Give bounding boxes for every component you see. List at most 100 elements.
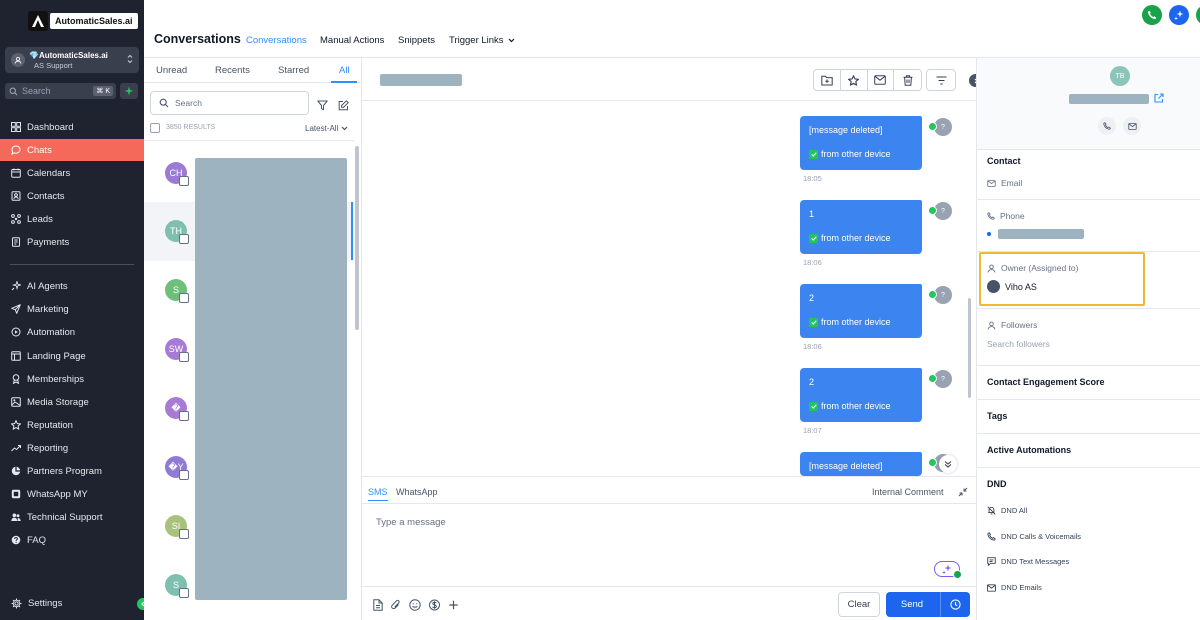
message-input[interactable]: Type a message xyxy=(376,517,446,528)
sidebar: AutomaticSales.ai 💎AutomaticSales.ai AS … xyxy=(0,0,149,620)
minimize-icon[interactable] xyxy=(958,487,968,497)
engagement-score-section[interactable]: Contact Engagement Score xyxy=(987,377,1105,387)
compose-icon[interactable] xyxy=(338,100,349,111)
sidebar-item-faq[interactable]: FAQ xyxy=(0,529,144,551)
chat-header xyxy=(362,58,982,101)
followers-search-input[interactable]: Search followers xyxy=(987,339,1050,349)
message-source-label: from other device xyxy=(821,401,891,411)
sidebar-item-contacts[interactable]: Contacts xyxy=(0,185,144,207)
call-button[interactable] xyxy=(1142,5,1162,25)
message-bubble[interactable]: [message deleted] from other device xyxy=(800,116,922,170)
quick-add-button[interactable] xyxy=(120,83,138,99)
sms-badge-icon xyxy=(179,176,189,186)
message-filter-button[interactable] xyxy=(926,69,956,91)
sidebar-item-technical-support[interactable]: Technical Support xyxy=(0,506,144,528)
list-tab-unread[interactable]: Unread xyxy=(156,65,187,76)
dnd-all-toggle[interactable]: DND All xyxy=(987,506,1027,515)
avatar[interactable] xyxy=(1196,5,1200,25)
dnd-section-title: DND xyxy=(987,479,1007,489)
sidebar-item-partners-program[interactable]: Partners Program xyxy=(0,460,144,482)
sidebar-item-media-storage[interactable]: Media Storage xyxy=(0,391,144,413)
calendar-icon xyxy=(11,168,21,178)
phone-field-label[interactable]: Phone xyxy=(987,211,1025,221)
sidebar-search[interactable]: Search ⌘ K xyxy=(5,83,116,99)
redacted-phone-number[interactable] xyxy=(998,229,1084,239)
sidebar-item-dashboard[interactable]: Dashboard xyxy=(0,116,144,138)
owner-select[interactable]: Viho AS xyxy=(987,280,1037,293)
message-bubble[interactable]: 1 from other device xyxy=(800,200,922,254)
tab-manual-actions[interactable]: Manual Actions xyxy=(320,35,384,46)
filter-icon[interactable] xyxy=(317,100,328,111)
tab-trigger-links[interactable]: Trigger Links xyxy=(449,35,515,46)
dnd-calls-toggle[interactable]: DND Calls & Voicemails xyxy=(987,532,1081,541)
emoji-icon[interactable] xyxy=(409,599,421,611)
message-bubble[interactable]: 2 from other device xyxy=(800,368,922,422)
mark-read-button[interactable] xyxy=(868,70,895,90)
sort-value: Latest-All xyxy=(305,124,339,133)
dollar-icon[interactable] xyxy=(429,599,440,611)
scroll-to-bottom-button[interactable] xyxy=(939,455,957,473)
account-switcher[interactable]: 💎AutomaticSales.ai AS Support xyxy=(5,47,139,73)
list-scrollbar[interactable] xyxy=(355,146,359,330)
email-field-label[interactable]: Email xyxy=(987,178,1022,188)
plus-icon[interactable] xyxy=(448,599,459,611)
external-link-icon[interactable] xyxy=(1154,93,1164,103)
sidebar-item-reputation[interactable]: Reputation xyxy=(0,414,144,436)
sms-badge-icon xyxy=(179,588,189,598)
sort-dropdown[interactable]: Latest-All xyxy=(305,124,348,133)
contact-email-button[interactable] xyxy=(1123,117,1141,135)
message-bubble[interactable]: 2 from other device xyxy=(800,284,922,338)
send-button[interactable]: Send xyxy=(886,592,970,617)
sparkle-icon xyxy=(942,564,952,574)
brand-logo[interactable]: AutomaticSales.ai xyxy=(28,10,138,31)
sidebar-item-landing-page[interactable]: Landing Page xyxy=(0,345,144,367)
message-text: [message deleted] xyxy=(809,125,883,135)
list-tab-recents[interactable]: Recents xyxy=(215,65,250,76)
list-tab-all[interactable]: All xyxy=(339,65,350,76)
chevrons-down-icon xyxy=(944,461,952,468)
sidebar-item-label: Chats xyxy=(27,144,52,156)
sidebar-item-calendars[interactable]: Calendars xyxy=(0,162,144,184)
composer-tab-whatsapp[interactable]: WhatsApp xyxy=(396,487,438,497)
sidebar-item-chats[interactable]: Chats xyxy=(0,139,144,161)
sidebar-item-label: Leads xyxy=(27,213,53,225)
sidebar-item-leads[interactable]: Leads xyxy=(0,208,144,230)
move-folder-button[interactable] xyxy=(814,70,841,90)
delete-button[interactable] xyxy=(894,70,921,90)
dnd-emails-toggle[interactable]: DND Emails xyxy=(987,583,1042,592)
schedule-send-button[interactable] xyxy=(940,592,970,617)
ai-assistant-button[interactable] xyxy=(1169,5,1189,25)
sidebar-item-automation[interactable]: Automation xyxy=(0,321,144,343)
clear-button[interactable]: Clear xyxy=(838,592,880,617)
sidebar-item-whatsapp-my[interactable]: WhatsApp MY xyxy=(0,483,144,505)
conversation-search-input[interactable]: Search xyxy=(150,91,309,115)
folder-plus-icon xyxy=(821,75,833,85)
tab-snippets[interactable]: Snippets xyxy=(398,35,435,46)
sidebar-item-settings[interactable]: Settings xyxy=(0,592,144,614)
list-tab-starred[interactable]: Starred xyxy=(278,65,309,76)
message-bubble[interactable]: [message deleted] xyxy=(800,452,922,476)
paperclip-icon[interactable] xyxy=(391,599,401,611)
sidebar-item-ai-agents[interactable]: AI Agents xyxy=(0,275,144,297)
select-all-checkbox[interactable] xyxy=(150,123,160,133)
tags-section[interactable]: Tags xyxy=(987,411,1007,421)
active-automations-section[interactable]: Active Automations xyxy=(987,445,1071,455)
star-button[interactable] xyxy=(841,70,868,90)
sidebar-item-reporting[interactable]: Reporting xyxy=(0,437,144,459)
message-time: 18:05 xyxy=(803,174,822,183)
dnd-text-toggle[interactable]: DND Text Messages xyxy=(987,557,1069,566)
document-icon[interactable] xyxy=(373,599,383,611)
tab-conversations[interactable]: Conversations xyxy=(246,35,307,60)
internal-comment-toggle[interactable]: Internal Comment xyxy=(872,487,944,497)
sidebar-item-label: Partners Program xyxy=(27,465,102,477)
ai-agents-icon xyxy=(11,281,21,291)
chat-scrollbar[interactable] xyxy=(968,298,971,398)
sidebar-item-memberships[interactable]: Memberships xyxy=(0,368,144,390)
section-divider xyxy=(977,308,1200,309)
owner-label: Owner (Assigned to) xyxy=(1001,263,1079,273)
composer-tab-sms[interactable]: SMS xyxy=(368,487,388,501)
message-time: 18:06 xyxy=(803,342,822,351)
contact-call-button[interactable] xyxy=(1098,117,1116,135)
sidebar-item-marketing[interactable]: Marketing xyxy=(0,298,144,320)
sidebar-item-payments[interactable]: Payments xyxy=(0,231,144,253)
